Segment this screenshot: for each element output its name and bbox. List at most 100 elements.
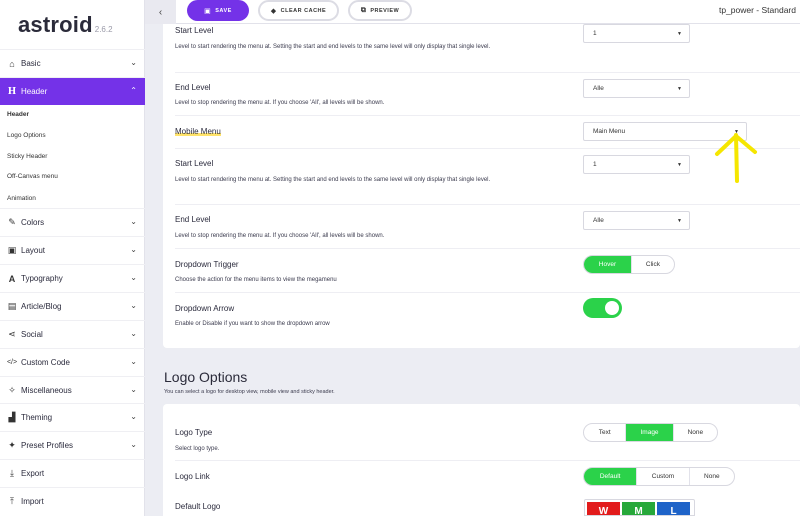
dropdown-trigger-desc: Choose the action for the menu items to …	[175, 277, 337, 283]
sidebar-item-label: Preset Profiles	[21, 441, 74, 450]
sidebar: astroid 2.6.2 ⌂ Basic ⌄ H Header ⌃ Heade…	[0, 0, 145, 516]
end-level-1-select[interactable]: Alle ▼	[583, 79, 690, 98]
sidebar-item-import[interactable]: ⤒ Import	[0, 487, 145, 515]
clear-cache-button[interactable]: ◆ CLEAR CACHE	[258, 0, 339, 21]
sidebar-item-theming[interactable]: ▟ Theming ⌄	[0, 403, 145, 431]
chevron-down-icon: ⌄	[130, 217, 137, 226]
sidebar-item-label: Import	[21, 497, 44, 506]
start-level-2-select[interactable]: 1 ▼	[583, 155, 690, 174]
code-icon: </>	[6, 359, 18, 366]
mobile-menu-value: Main Menu	[593, 128, 626, 135]
chevron-left-icon: ‹	[158, 6, 163, 18]
upload-icon: ⤒	[10, 496, 14, 506]
dropdown-trigger-hover[interactable]: Hover	[584, 256, 631, 273]
divider	[175, 292, 800, 293]
layout-icon: ▣	[7, 245, 17, 255]
logo-type-image[interactable]: Image	[625, 424, 673, 441]
logo-link-default[interactable]: Default	[584, 468, 637, 485]
subnav-animation[interactable]: Animation	[7, 195, 36, 202]
sidebar-item-custom-code[interactable]: </> Custom Code ⌄	[0, 348, 145, 376]
dropdown-trigger-click[interactable]: Click	[630, 256, 674, 273]
chevron-down-icon: ⌄	[130, 357, 137, 366]
sidebar-item-label: Custom Code	[21, 358, 70, 367]
divider	[175, 115, 800, 116]
default-logo-title: Default Logo	[175, 502, 221, 511]
magic-icon: ✦	[8, 440, 16, 450]
brand-version: 2.6.2	[94, 25, 113, 34]
subnav-sticky-header[interactable]: Sticky Header	[7, 153, 47, 160]
logo-type-none[interactable]: None	[672, 424, 717, 441]
logo-type-toggle: Text Image None	[583, 423, 718, 442]
brush-icon: ✎	[8, 217, 16, 227]
dropdown-arrow-switch[interactable]	[583, 298, 622, 318]
dropdown-trigger-toggle: Hover Click	[583, 255, 675, 274]
logo-type-title: Logo Type	[175, 428, 213, 437]
caret-down-icon: ▼	[677, 218, 682, 224]
divider	[175, 72, 800, 73]
chevron-down-icon: ⌄	[130, 412, 137, 421]
sidebar-item-article-blog[interactable]: ▤ Article/Blog ⌄	[0, 292, 145, 320]
sidebar-item-basic[interactable]: ⌂ Basic ⌄	[0, 49, 145, 77]
end-level-2-value: Alle	[593, 217, 604, 224]
sidebar-item-label: Social	[21, 330, 43, 339]
font-icon: A	[8, 273, 16, 284]
default-logo-preview[interactable]: W M L	[584, 499, 695, 516]
sidebar-item-label: Typography	[21, 274, 63, 283]
logo-options-heading: Logo Options	[164, 369, 248, 385]
subnav-off-canvas-menu[interactable]: Off-Canvas menu	[7, 173, 58, 180]
top-toolbar: ‹ ▣ SAVE ◆ CLEAR CACHE ⧉ PREVIEW tp_powe…	[145, 0, 800, 24]
sidebar-item-preset-profiles[interactable]: ✦ Preset Profiles ⌄	[0, 431, 145, 459]
eraser-icon: ◆	[270, 7, 277, 15]
preview-button[interactable]: ⧉ PREVIEW	[348, 0, 412, 21]
logo-letter-l: L	[657, 502, 690, 515]
logo-link-custom[interactable]: Custom	[636, 468, 688, 485]
home-icon: ⌂	[9, 58, 15, 69]
sidebar-item-label: Basic	[21, 59, 41, 68]
logo-link-none[interactable]: None	[688, 468, 734, 485]
save-button[interactable]: ▣ SAVE	[187, 0, 249, 21]
floppy-icon: ▣	[204, 7, 212, 15]
end-level-2-title: End Level	[175, 215, 211, 224]
start-level-1-select[interactable]: 1 ▼	[583, 24, 690, 43]
template-name: tp_power - Standard	[718, 5, 796, 15]
switch-knob	[605, 301, 619, 315]
chevron-down-icon: ⌄	[130, 385, 137, 394]
sidebar-item-typography[interactable]: A Typography ⌄	[0, 264, 145, 292]
mobile-menu-title-text: Mobile Menu	[175, 127, 221, 136]
subnav-header[interactable]: Header	[7, 111, 29, 118]
logo-type-desc: Select logo type.	[175, 446, 220, 452]
logo-type-text[interactable]: Text	[584, 424, 625, 441]
start-level-2-desc: Level to start rendering the menu at. Se…	[175, 177, 491, 183]
sidebar-item-social[interactable]: ⋖ Social ⌄	[0, 320, 145, 348]
sidebar-item-miscellaneous[interactable]: ✧ Miscellaneous ⌄	[0, 376, 145, 404]
divider	[175, 460, 800, 461]
sidebar-item-label: Colors	[21, 218, 45, 227]
start-level-1-value: 1	[593, 30, 597, 37]
sidebar-item-colors[interactable]: ✎ Colors ⌄	[0, 208, 145, 236]
collapse-sidebar-button[interactable]: ‹	[145, 0, 176, 24]
end-level-1-title: End Level	[175, 83, 211, 92]
chevron-down-icon: ⌄	[130, 245, 137, 254]
sidebar-item-layout[interactable]: ▣ Layout ⌄	[0, 236, 145, 264]
logo-letter-m: M	[622, 502, 655, 515]
brand-logo: astroid 2.6.2	[0, 0, 144, 47]
end-level-2-select[interactable]: Alle ▼	[583, 211, 690, 230]
sidebar-item-export[interactable]: ⤓ Export	[0, 459, 145, 487]
chevron-up-icon: ⌃	[130, 86, 137, 95]
divider	[175, 248, 800, 249]
download-icon: ⤓	[10, 468, 14, 478]
sidebar-item-label: Theming	[21, 413, 53, 422]
sidebar-item-label: Miscellaneous	[21, 386, 72, 395]
mobile-menu-title: Mobile Menu	[175, 127, 221, 136]
subnav-logo-options[interactable]: Logo Options	[7, 132, 46, 139]
end-level-1-desc: Level to stop rendering the menu at. If …	[175, 100, 385, 106]
logo-letter-w: W	[587, 502, 620, 515]
caret-down-icon: ▼	[677, 162, 682, 168]
sidebar-item-header[interactable]: H Header ⌃	[0, 77, 145, 105]
logo-link-toggle: Default Custom None	[583, 467, 735, 486]
sidebar-item-label: Export	[21, 469, 45, 478]
preview-label: PREVIEW	[370, 7, 400, 14]
end-level-2-desc: Level to stop rendering the menu at. If …	[175, 233, 385, 239]
divider	[175, 148, 800, 149]
dropdown-trigger-title: Dropdown Trigger	[175, 260, 239, 269]
